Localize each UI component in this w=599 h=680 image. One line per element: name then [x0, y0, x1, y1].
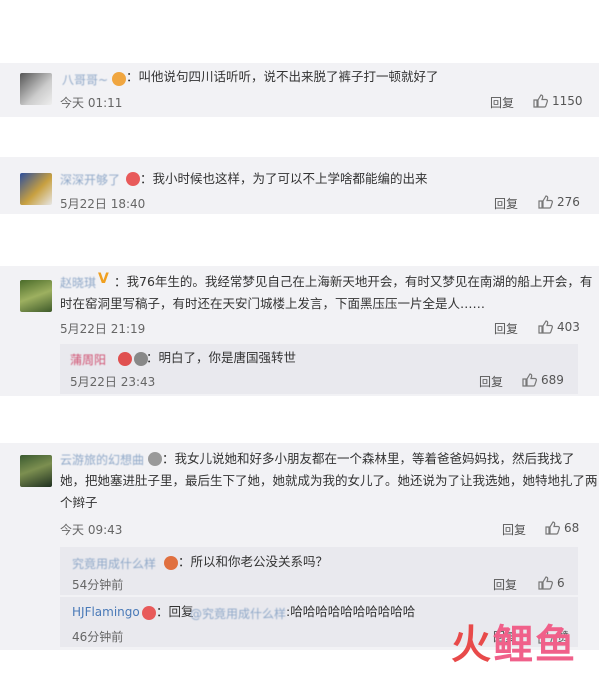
reply-prefix: ：回复: [156, 604, 194, 619]
like-button[interactable]: 403: [538, 320, 580, 334]
comment-text: :哈哈哈哈哈哈哈哈哈哈: [286, 604, 416, 619]
reply-button[interactable]: 回复: [502, 521, 526, 538]
like-count: 403: [557, 320, 580, 334]
watermark-char: 鲤: [493, 622, 535, 668]
reply-button[interactable]: 回复: [494, 195, 518, 212]
vip-badge-icon: [112, 72, 126, 86]
timestamp: 5月22日 18:40: [60, 197, 146, 211]
timestamp: 5月22日 23:43: [70, 375, 156, 389]
vip-badge-icon: [142, 606, 156, 620]
comment-text: ：我女儿说她和好多小朋友都在一个森林里，等着爸爸妈妈找，然后我找了: [162, 451, 575, 466]
like-count: 1150: [552, 94, 583, 108]
like-button[interactable]: 6: [538, 576, 565, 590]
username[interactable]: 蒲周阳: [70, 351, 106, 368]
watermark-logo: 火鲤鱼: [451, 612, 577, 670]
username[interactable]: 云游旅的幻想曲: [60, 451, 144, 468]
watermark-char: 火: [451, 622, 493, 668]
thumbs-up-icon: [538, 320, 553, 334]
like-button[interactable]: 689: [522, 373, 564, 387]
comment-text: ：我76年生的。我经常梦见自己在上海新天地开会，有时又梦见在南湖的船上开会，有: [114, 274, 593, 289]
like-count: 6: [557, 576, 565, 590]
comment-text: ：我小时候也这样，为了可以不上学啥都能编的出来: [140, 171, 428, 186]
username[interactable]: 赵晓琪: [60, 274, 96, 291]
thumbs-up-icon: [545, 521, 560, 535]
comment-card: 赵晓琪 V ：我76年生的。我经常梦见自己在上海新天地开会，有时又梦见在南湖的船…: [0, 266, 599, 396]
username[interactable]: HJFlamingo: [72, 605, 140, 619]
timestamp: 今天 09:43: [60, 523, 123, 537]
sub-comment: 蒲周阳 ：明白了，你是唐国强转世 5月22日 23:43 回复 689: [60, 344, 578, 394]
timestamp: 54分钟前: [72, 578, 124, 592]
reply-button[interactable]: 回复: [493, 576, 517, 593]
like-count: 276: [557, 195, 580, 209]
comment-text: 时在窑洞里写稿子，有时还在天安门城楼上发言，下面黑压压一片全是人……: [60, 296, 486, 311]
sub-comment: 究竟用成什么样 ：所以和你老公没关系吗？ 54分钟前 回复 6: [60, 547, 578, 595]
mention-link[interactable]: @究竟用成什么样: [190, 605, 286, 622]
vip-badge-icon: [164, 556, 178, 570]
heart-badge-icon: [118, 352, 132, 366]
avatar[interactable]: [20, 280, 52, 312]
avatar[interactable]: [20, 73, 52, 105]
comment-text: ：所以和你老公没关系吗？: [178, 554, 329, 569]
like-count: 68: [564, 521, 580, 535]
avatar[interactable]: [20, 173, 52, 205]
like-button[interactable]: 1150: [533, 94, 583, 108]
username[interactable]: 究竟用成什么样: [72, 555, 156, 572]
comment-text: ：叫他说句四川话听听，说不出来脱了裤子打一顿就好了: [126, 69, 439, 84]
like-button[interactable]: 276: [538, 195, 580, 209]
reply-button[interactable]: 回复: [479, 373, 503, 390]
username[interactable]: 八哥哥~: [62, 71, 108, 88]
comment-card: 深深开够了 ：我小时候也这样，为了可以不上学啥都能编的出来 5月22日 18:4…: [0, 157, 599, 214]
reply-button[interactable]: 回复: [490, 94, 514, 111]
thumbs-up-icon: [533, 94, 548, 108]
verified-v-icon: V: [98, 271, 109, 287]
comment-card: 八哥哥~ ：叫他说句四川话听听，说不出来脱了裤子打一顿就好了 今天 01:11 …: [0, 63, 599, 117]
thumbs-up-icon: [538, 195, 553, 209]
comment-text: 个辫子: [60, 495, 98, 510]
watermark-char: 鱼: [535, 622, 577, 668]
timestamp: 5月22日 21:19: [60, 322, 146, 336]
comment-text: 她，把她塞进肚子里，最后生下了她，她就成为我的女儿了。她还说为了让我选她，她特地…: [60, 473, 598, 488]
like-button[interactable]: 68: [545, 521, 579, 535]
comment-text: ：明白了，你是唐国强转世: [146, 350, 297, 365]
panda-badge-icon: [148, 452, 162, 466]
username[interactable]: 深深开够了: [60, 171, 120, 188]
vip-badge-icon: [126, 172, 140, 186]
like-count: 689: [541, 373, 564, 387]
timestamp: 今天 01:11: [60, 96, 123, 110]
avatar[interactable]: [20, 455, 52, 487]
thumbs-up-icon: [522, 373, 537, 387]
thumbs-up-icon: [538, 576, 553, 590]
reply-button[interactable]: 回复: [494, 320, 518, 337]
timestamp: 46分钟前: [72, 630, 124, 644]
